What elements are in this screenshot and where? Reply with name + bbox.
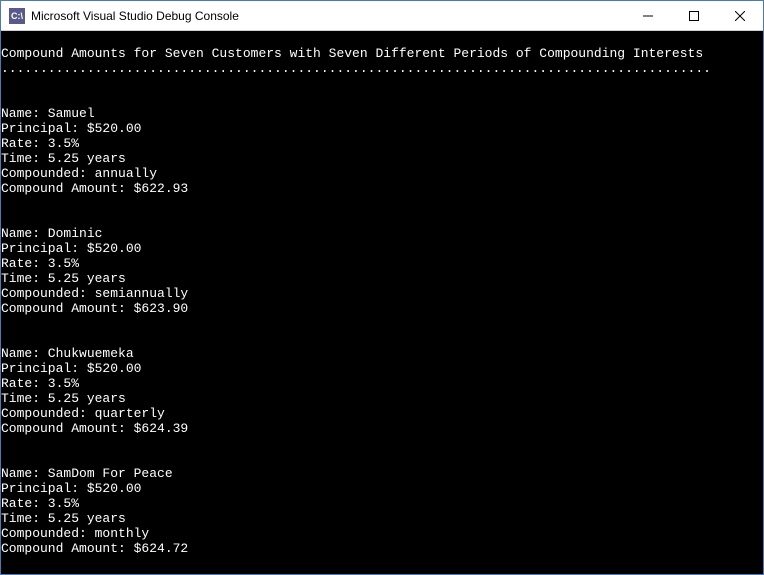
rate-line: Rate: 3.5% [1, 496, 79, 511]
minimize-button[interactable] [625, 1, 671, 30]
name-line: Name: SamDom For Peace [1, 466, 173, 481]
titlebar: C:\ Microsoft Visual Studio Debug Consol… [1, 1, 763, 31]
console-separator: ........................................… [1, 61, 711, 76]
app-icon-label: C:\ [11, 11, 23, 21]
name-line: Name: Chukwuemeka [1, 346, 134, 361]
compounded-line: Compounded: quarterly [1, 406, 165, 421]
window-title: Microsoft Visual Studio Debug Console [31, 9, 625, 23]
time-line: Time: 5.25 years [1, 151, 126, 166]
console-header: Compound Amounts for Seven Customers wit… [1, 46, 703, 61]
rate-line: Rate: 3.5% [1, 256, 79, 271]
compounded-line: Compounded: annually [1, 166, 157, 181]
principal-line: Principal: $520.00 [1, 241, 141, 256]
close-icon [735, 11, 745, 21]
time-line: Time: 5.25 years [1, 271, 126, 286]
name-line: Name: Samuel [1, 106, 95, 121]
customers-container: Name: Samuel Principal: $520.00 Rate: 3.… [1, 106, 763, 556]
principal-line: Principal: $520.00 [1, 361, 141, 376]
compounded-line: Compounded: monthly [1, 526, 149, 541]
customer-block: Name: Dominic Principal: $520.00 Rate: 3… [1, 226, 763, 316]
maximize-icon [689, 11, 699, 21]
maximize-button[interactable] [671, 1, 717, 30]
customer-block: Name: Chukwuemeka Principal: $520.00 Rat… [1, 346, 763, 436]
time-line: Time: 5.25 years [1, 511, 126, 526]
amount-line: Compound Amount: $624.39 [1, 421, 188, 436]
minimize-icon [643, 11, 653, 21]
rate-line: Rate: 3.5% [1, 136, 79, 151]
name-line: Name: Dominic [1, 226, 102, 241]
time-line: Time: 5.25 years [1, 391, 126, 406]
customer-block: Name: SamDom For Peace Principal: $520.0… [1, 466, 763, 556]
principal-line: Principal: $520.00 [1, 481, 141, 496]
amount-line: Compound Amount: $622.93 [1, 181, 188, 196]
close-button[interactable] [717, 1, 763, 30]
window-controls [625, 1, 763, 30]
amount-line: Compound Amount: $623.90 [1, 301, 188, 316]
rate-line: Rate: 3.5% [1, 376, 79, 391]
compounded-line: Compounded: semiannually [1, 286, 188, 301]
principal-line: Principal: $520.00 [1, 121, 141, 136]
customer-block: Name: Samuel Principal: $520.00 Rate: 3.… [1, 106, 763, 196]
app-icon: C:\ [9, 8, 25, 24]
console-header-block: Compound Amounts for Seven Customers wit… [1, 46, 763, 76]
console-output: Compound Amounts for Seven Customers wit… [1, 31, 763, 574]
amount-line: Compound Amount: $624.72 [1, 541, 188, 556]
